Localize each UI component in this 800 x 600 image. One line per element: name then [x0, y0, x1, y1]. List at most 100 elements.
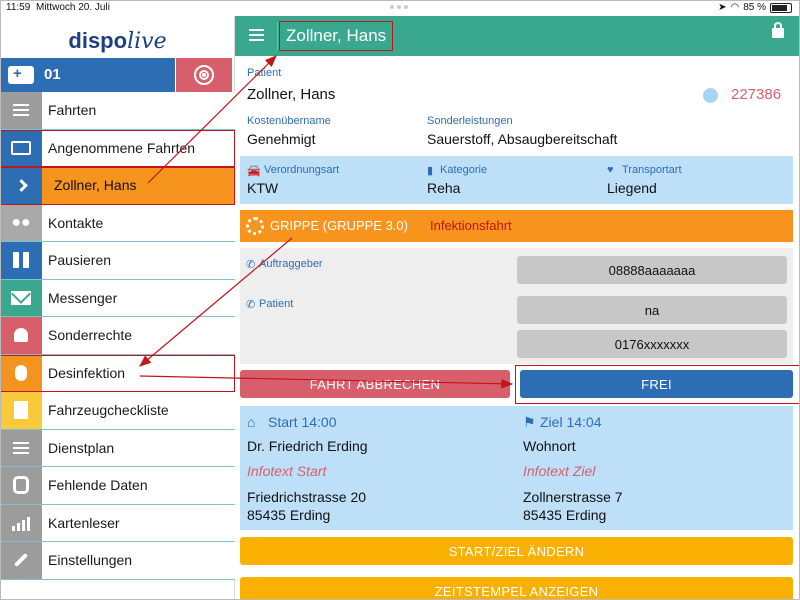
frei-button[interactable]: FREI: [520, 370, 793, 398]
cancel-trip-button[interactable]: FAHRT ABBRECHEN: [240, 370, 510, 398]
sidebar-item-zollner-hans[interactable]: Zollner, Hans: [0, 167, 235, 205]
sidebar: dispolive 01 Fahrten Angenommene Fahrten…: [0, 16, 235, 600]
envelope-icon: [0, 279, 42, 316]
car-icon: 🚘: [247, 165, 261, 177]
phone-icon: ✆: [246, 299, 256, 311]
pause-icon: [0, 242, 42, 279]
status-bar: 11:59 Mittwoch 20. Juli ➤ ◠ 85 %: [0, 0, 800, 16]
phone-icon: ✆: [246, 259, 256, 271]
vehicle-selector[interactable]: 01: [0, 58, 175, 92]
auftraggeber-label: Auftraggeber: [259, 258, 323, 270]
radar-button[interactable]: [176, 58, 232, 92]
sidebar-item-label: Zollner, Hans: [54, 177, 137, 194]
change-start-end-button[interactable]: START/ZIEL ÄNDERN: [240, 537, 793, 565]
trip-detail: Patient Zollner, Hans 227386 Kostenübern…: [235, 56, 800, 600]
sonderleistungen-label: Sonderleistungen: [427, 115, 513, 127]
sidebar-item-label: Dienstplan: [48, 439, 115, 456]
sidebar-item-label: Messenger: [48, 289, 118, 306]
sidebar-item-fehlende-daten[interactable]: Fehlende Daten: [0, 467, 235, 505]
sidebar-item-label: Fahrten: [48, 102, 97, 119]
route-panel: ⌂ Start 14:00 Dr. Friedrich Erding Infot…: [240, 406, 793, 530]
sidebar-item-label: Kartenleser: [48, 514, 120, 531]
start-title: Start 14:00: [268, 414, 337, 430]
sidebar-item-fahrten[interactable]: Fahrten: [0, 92, 235, 130]
hamburger-menu-icon[interactable]: [249, 29, 264, 41]
sidebar-item-label: Angenommene Fahrten: [48, 139, 196, 156]
gears-icon: [246, 217, 264, 235]
status-indicators: ➤ ◠ 85 %: [718, 2, 792, 13]
auftraggeber-phone-button[interactable]: 08888aaaaaaa: [517, 256, 787, 284]
status-time: 11:59: [6, 2, 31, 13]
ziel-street: Zollnerstrasse 7: [523, 489, 623, 505]
id-card-icon: [0, 129, 42, 166]
sidebar-item-label: Sonderrechte: [48, 327, 133, 344]
sidebar-item-einstellungen[interactable]: Einstellungen: [0, 542, 235, 580]
top-app-bar: Zollner, Hans: [235, 16, 800, 56]
sidebar-menu: Fahrten Angenommene Fahrten Zollner, Han…: [0, 92, 235, 580]
battery-percent: 85 %: [743, 2, 766, 13]
show-timestamps-button[interactable]: ZEITSTEMPEL ANZEIGEN: [240, 577, 793, 600]
sidebar-item-desinfektion[interactable]: Desinfektion: [0, 354, 235, 392]
vehicle-bar: 01: [0, 58, 235, 92]
heartbeat-icon: ♥: [607, 164, 614, 176]
patient-phone-button-1[interactable]: na: [517, 296, 787, 324]
kosten-label: Kostenübername: [247, 115, 331, 127]
sidebar-item-label: Desinfektion: [48, 364, 126, 381]
infection-note: Infektionsfahrt: [430, 218, 512, 233]
chevron-right-icon: [0, 167, 42, 204]
flag-icon: ⚑: [523, 414, 536, 430]
order-info-bar: 🚘 Verordnungsart KTW ▮ Kategorie Reha ♥ …: [240, 156, 793, 204]
bell-icon: [0, 317, 42, 354]
ziel-infotext: Infotext Ziel: [523, 463, 596, 479]
document-icon: [0, 392, 42, 429]
multitasking-dots[interactable]: [390, 5, 412, 9]
sidebar-item-sonderrechte[interactable]: Sonderrechte: [0, 317, 235, 355]
patient-contact-label: Patient: [259, 298, 294, 310]
sidebar-item-label: Pausieren: [48, 252, 112, 269]
wrench-icon: [0, 542, 42, 579]
patient-name: Zollner, Hans: [247, 86, 336, 103]
ambulance-icon: [8, 65, 34, 84]
transportart-label: Transportart: [622, 164, 682, 176]
kategorie-value: Reha: [427, 180, 461, 196]
kategorie-label: Kategorie: [440, 164, 488, 176]
contacts-panel: ✆ Auftraggeber 08888aaaaaaa ✆ Patient na…: [240, 248, 793, 364]
verordnungsart-value: KTW: [247, 180, 279, 196]
patient-phone-button-2[interactable]: 0176xxxxxxx: [517, 330, 787, 358]
sidebar-item-messenger[interactable]: Messenger: [0, 279, 235, 317]
bug-icon: [0, 354, 42, 391]
page-title: Zollner, Hans: [278, 21, 394, 51]
kosten-value: Genehmigt: [247, 131, 316, 147]
patient-label: Patient: [247, 67, 282, 79]
users-icon: ●●: [0, 204, 42, 241]
sidebar-item-kartenleser[interactable]: Kartenleser: [0, 504, 235, 542]
sidebar-item-dienstplan[interactable]: Dienstplan: [0, 429, 235, 467]
sidebar-item-label: Kontakte: [48, 214, 104, 231]
sidebar-item-label: Fahrzeugcheckliste: [48, 402, 169, 419]
location-icon: ➤: [718, 2, 727, 13]
ziel-title: Ziel 14:04: [540, 414, 602, 430]
clipboard-icon: ▮: [427, 165, 434, 177]
home-icon: ⌂: [247, 414, 256, 430]
database-icon: [0, 467, 42, 504]
sidebar-item-label: Fehlende Daten: [48, 477, 148, 494]
sidebar-item-pausieren[interactable]: Pausieren: [0, 242, 235, 280]
sidebar-item-fahrzeugcheckliste[interactable]: Fahrzeugcheckliste: [0, 392, 235, 430]
trip-id: 227386: [731, 86, 782, 103]
sidebar-item-angenommene-fahrten[interactable]: Angenommene Fahrten: [0, 129, 235, 167]
sidebar-item-label: Einstellungen: [48, 552, 133, 569]
list-icon: [0, 92, 42, 129]
infection-banner: GRIPPE (GRUPPE 3.0) Infektionsfahrt: [240, 210, 793, 242]
list-alt-icon: [0, 429, 42, 466]
vehicle-number: 01: [44, 66, 61, 83]
battery-icon: [770, 2, 792, 13]
lock-icon[interactable]: [772, 22, 784, 38]
app-logo: dispolive: [68, 28, 167, 54]
sidebar-item-kontakte[interactable]: ●● Kontakte: [0, 204, 235, 242]
start-name: Dr. Friedrich Erding: [247, 438, 368, 454]
sonderleistungen-value: Sauerstoff, Absaugbereitschaft: [427, 131, 618, 147]
infection-group: GRIPPE (GRUPPE 3.0): [270, 218, 408, 233]
signal-bars-icon: [0, 504, 42, 541]
verordnungsart-label: Verordnungsart: [264, 164, 340, 176]
status-dot: [703, 88, 718, 103]
